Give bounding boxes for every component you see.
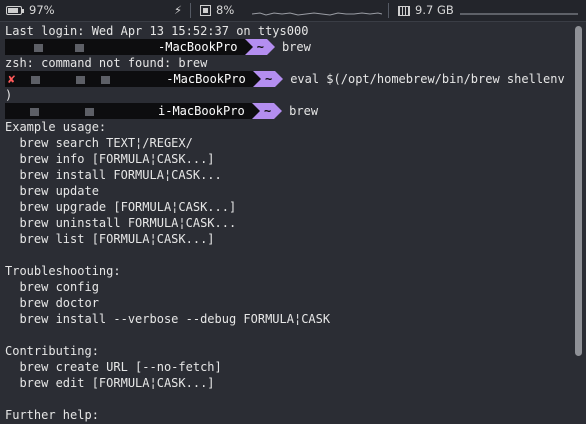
command-text: brew <box>289 104 319 118</box>
output-line: Example usage: <box>5 120 107 134</box>
prompt-arrow-icon <box>266 39 275 55</box>
prompt-user-segment: ✘ -MacBookPro <box>5 71 253 87</box>
output-line: brew create URL [--no-fetch] <box>5 360 222 374</box>
last-login-line: Last login: Wed Apr 13 15:52:37 on ttys0… <box>5 24 309 38</box>
output-line: Troubleshooting: <box>5 264 121 278</box>
prompt-host: -MacBookPro <box>158 40 238 54</box>
prompt-host: i-MacBookPro <box>158 104 245 118</box>
prompt-arrow-icon <box>275 71 284 87</box>
prompt-dir: ~ <box>252 39 267 55</box>
output-line: brew update <box>5 184 99 198</box>
prompt-host: -MacBookPro <box>166 72 246 86</box>
output-line: brew config <box>5 280 99 294</box>
terminal-output[interactable]: Last login: Wed Apr 13 15:52:37 on ttys0… <box>5 23 570 423</box>
status-divider <box>388 3 389 18</box>
command-text: eval $(/opt/homebrew/bin/brew shellenv <box>290 72 565 86</box>
prompt-user-segment: -MacBookPro <box>5 39 245 55</box>
output-line: brew search TEXT¦/REGEX/ <box>5 136 193 150</box>
brew-help-output: Example usage: brew search TEXT¦/REGEX/ … <box>5 119 570 423</box>
cpu-sparkline <box>252 12 382 16</box>
status-divider <box>190 3 191 18</box>
battery-percent: 97% <box>29 3 55 17</box>
prompt-dir: ~ <box>259 103 275 119</box>
error-line: zsh: command not found: brew <box>5 56 208 70</box>
memory-used: 9.7 GB <box>415 3 454 17</box>
output-line: brew upgrade [FORMULA¦CASK...] <box>5 200 237 214</box>
output-line: Contributing: <box>5 344 99 358</box>
terminal-window: 97% ⚡ 8% 9.7 GB Last login: Wed Apr 13 1… <box>0 0 586 424</box>
output-line: brew edit [FORMULA¦CASK...] <box>5 376 215 390</box>
error-x-icon: ✘ <box>8 72 16 86</box>
memory-sparkline <box>460 13 578 15</box>
status-bar: 97% ⚡ 8% 9.7 GB <box>0 0 586 22</box>
memory-icon <box>398 5 410 16</box>
battery-icon <box>6 6 22 15</box>
prompt-separator-icon <box>252 71 261 87</box>
prompt-separator-icon <box>244 39 253 55</box>
output-line: brew list [FORMULA¦CASK...] <box>5 232 215 246</box>
power-icon: ⚡ <box>174 3 183 17</box>
prompt-line: -MacBookPro ~ brew <box>5 39 570 55</box>
prompt-line: i-MacBookPro ~ brew <box>5 103 570 119</box>
cpu-icon <box>200 5 211 16</box>
command-text: brew <box>281 40 311 54</box>
output-line: Further help: <box>5 408 99 422</box>
prompt-arrow-icon <box>274 103 283 119</box>
command-continuation: ) <box>5 88 13 102</box>
prompt-separator-icon <box>251 103 260 119</box>
prompt-user-segment: i-MacBookPro <box>5 103 252 119</box>
scrollbar-thumb[interactable] <box>575 26 582 356</box>
output-line: brew info [FORMULA¦CASK...] <box>5 152 215 166</box>
memory-indicator: 9.7 GB <box>398 3 454 18</box>
output-line: brew uninstall FORMULA¦CASK... <box>5 216 237 230</box>
prompt-dir: ~ <box>260 71 276 87</box>
output-line: brew doctor <box>5 296 99 310</box>
output-line: brew install --verbose --debug FORMULA¦C… <box>5 312 331 326</box>
cpu-percent: 8% <box>216 3 235 17</box>
battery-indicator: 97% <box>6 3 55 18</box>
prompt-line: ✘ -MacBookPro ~ eval $(/opt/homebrew/bin/b… <box>5 71 570 87</box>
cpu-indicator: 8% <box>200 3 234 18</box>
output-line: brew install FORMULA¦CASK... <box>5 168 222 182</box>
